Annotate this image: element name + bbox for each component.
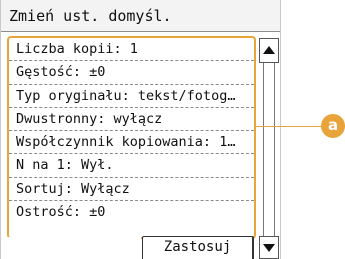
copy-defaults-screen: Zmień ust. domyśl. Liczba kopii: 1 Gęsto… (0, 0, 281, 259)
setting-sharpness[interactable]: Ostrość: ±0 (9, 201, 254, 224)
setting-copies[interactable]: Liczba kopii: 1 (9, 38, 254, 62)
screen-title: Zmień ust. domyśl. (9, 7, 172, 25)
scrollbar-track[interactable] (263, 63, 275, 241)
title-bar: Zmień ust. domyśl. (1, 0, 280, 32)
callout-line (255, 126, 321, 127)
setting-two-sided[interactable]: Dwustronny: wyłącz (9, 108, 254, 132)
setting-original-type[interactable]: Typ oryginału: tekst/fotog… (9, 85, 254, 108)
apply-button[interactable]: Zastosuj (142, 236, 254, 259)
setting-copy-ratio[interactable]: Współczynnik kopiowania: 1… (9, 131, 254, 155)
setting-n-on-1[interactable]: N na 1: Wył. (9, 154, 254, 178)
callout-badge-a: a (321, 114, 345, 138)
settings-list: Liczba kopii: 1 Gęstość: ±0 Typ oryginał… (9, 38, 254, 224)
bottom-bar (1, 237, 141, 259)
scroll-down-arrow-icon[interactable] (259, 236, 279, 259)
settings-list-highlight: Liczba kopii: 1 Gęstość: ±0 Typ oryginał… (7, 36, 256, 239)
setting-collate[interactable]: Sortuj: Wyłącz (9, 178, 254, 202)
setting-density[interactable]: Gęstość: ±0 (9, 61, 254, 85)
scroll-up-arrow-icon[interactable] (259, 38, 279, 63)
